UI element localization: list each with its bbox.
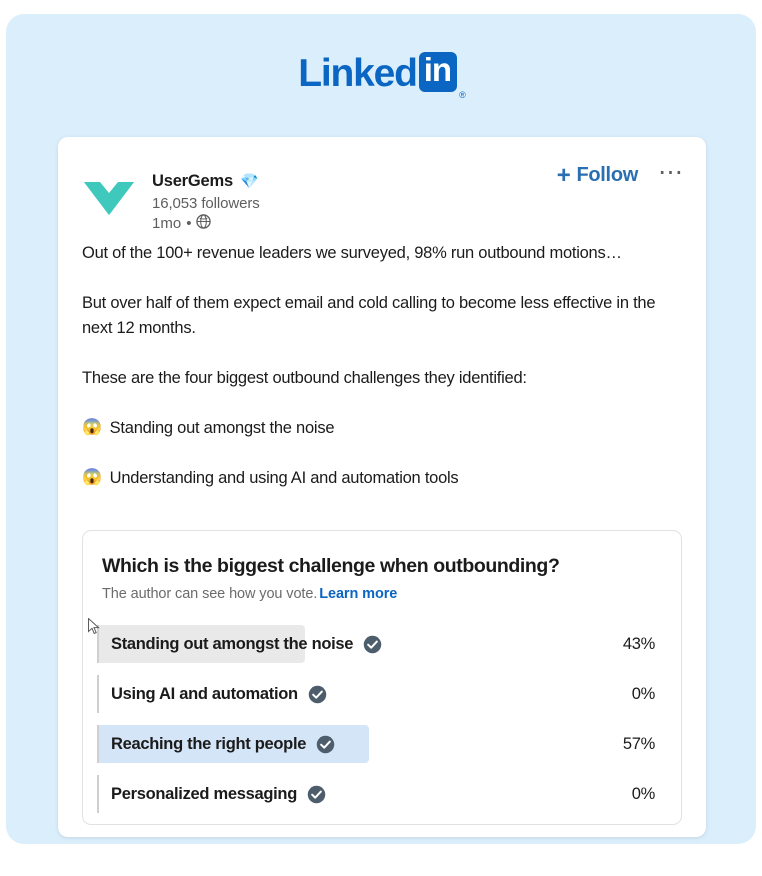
linkedin-in-box: in	[418, 52, 458, 92]
check-circle-icon	[307, 785, 326, 803]
poll-option[interactable]: Using AI and automation 0%	[97, 669, 669, 719]
more-options-icon[interactable]: ⋯	[658, 160, 684, 185]
check-circle-icon	[316, 735, 335, 753]
post-paragraph: These are the four biggest outbound chal…	[82, 369, 527, 387]
page-background-panel: Linkedin® UserGems 💎 16,053 followers 1	[6, 14, 756, 844]
poll-option-bar: Using AI and automation	[97, 675, 329, 713]
post-header: UserGems 💎 16,053 followers 1mo • + Foll…	[58, 137, 706, 232]
meta-separator: •	[186, 215, 192, 232]
check-circle-icon	[308, 685, 327, 703]
poll-option[interactable]: Personalized messaging 0%	[97, 769, 669, 819]
post-meta: 1mo •	[152, 214, 260, 233]
gem-emoji-icon: 💎	[239, 172, 259, 190]
poll-option-bar: Reaching the right people	[97, 725, 369, 763]
poll-question: Which is the biggest challenge when outb…	[102, 555, 560, 577]
post-body: Out of the 100+ revenue leaders we surve…	[82, 241, 682, 620]
poll-option-percent: 0%	[631, 684, 656, 703]
poll-option-percent: 0%	[631, 784, 656, 803]
poll-option[interactable]: Standing out amongst the noise 43%	[97, 619, 669, 669]
poll-option-bar: Standing out amongst the noise	[97, 625, 382, 663]
follow-button-label: Follow	[576, 164, 638, 186]
poll-option-percent: 43%	[622, 634, 655, 653]
learn-more-link[interactable]: Learn more	[319, 586, 397, 602]
post-bullet-label: Standing out amongst the noise	[109, 419, 335, 437]
poll-option-label: Standing out amongst the noise	[111, 634, 354, 653]
registered-mark: ®	[459, 90, 466, 100]
post-bullet: 😱 Standing out amongst the noise	[82, 416, 682, 441]
avatar[interactable]	[82, 169, 136, 217]
globe-icon	[196, 214, 212, 233]
poll-option-percent: 57%	[622, 734, 655, 753]
scream-emoji-icon: 😱	[82, 469, 102, 486]
scream-emoji-icon: 😱	[82, 419, 102, 436]
poll-subtitle-text: The author can see how you vote.	[102, 586, 318, 602]
check-circle-icon	[363, 635, 382, 653]
poll-card: Which is the biggest challenge when outb…	[82, 530, 682, 825]
post-paragraph: But over half of them expect email and c…	[82, 294, 656, 337]
post-bullet: 😱 Understanding and using AI and automat…	[82, 466, 682, 491]
post-timestamp: 1mo	[152, 215, 182, 232]
post-paragraph: Out of the 100+ revenue leaders we surve…	[82, 244, 622, 262]
poll-option[interactable]: Reaching the right people 57%	[97, 719, 669, 769]
poll-option-label: Reaching the right people	[111, 734, 307, 753]
poll-options-list: Standing out amongst the noise 43% Using A…	[97, 619, 669, 819]
poll-subtitle: The author can see how you vote. Learn mo…	[102, 586, 397, 602]
teal-gem-logo-icon	[84, 174, 134, 215]
plus-icon: +	[556, 161, 571, 189]
linkedin-logo: Linked in®	[6, 52, 756, 112]
poll-option-bar: Personalized messaging	[97, 775, 329, 813]
poll-option-label: Using AI and automation	[111, 684, 298, 703]
author-info: UserGems 💎 16,053 followers 1mo •	[152, 170, 260, 233]
post-card: UserGems 💎 16,053 followers 1mo • + Foll…	[58, 137, 706, 837]
author-name[interactable]: UserGems	[152, 172, 233, 191]
poll-option-label: Personalized messaging	[111, 784, 297, 803]
linkedin-wordmark: Linked	[298, 52, 418, 95]
follow-button[interactable]: + Follow	[556, 161, 639, 189]
follower-count: 16,053 followers	[152, 195, 260, 212]
post-bullet-label: Understanding and using AI and automatio…	[109, 469, 459, 487]
